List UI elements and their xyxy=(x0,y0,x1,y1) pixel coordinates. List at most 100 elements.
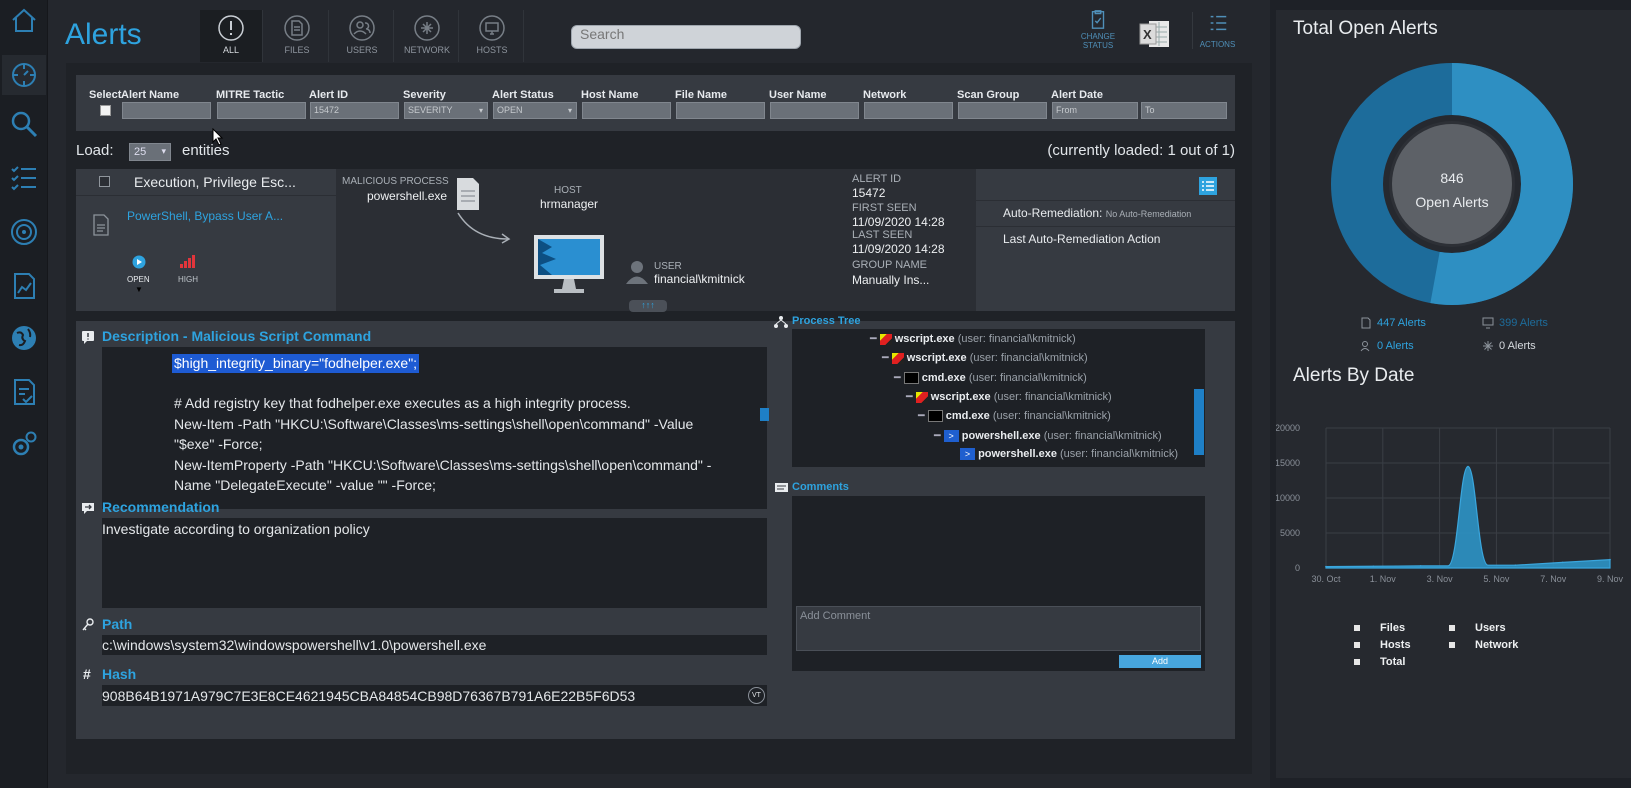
tab-users[interactable]: USERS xyxy=(331,10,394,62)
wscript-icon xyxy=(891,352,904,364)
alert-name-filter[interactable] xyxy=(122,102,211,119)
tree-node[interactable]: ━ wscript.exe (user: financial\kmitnick) xyxy=(870,332,1076,345)
add-comment-button[interactable]: Add xyxy=(1119,655,1201,668)
load-row: Load: 25 ▾ entities (currently loaded: 1 … xyxy=(76,140,1235,161)
highlighted-code-line: $high_integrity_binary="fodhelper.exe"; xyxy=(172,354,420,373)
description-scrollbar[interactable] xyxy=(760,408,769,421)
target-icon[interactable] xyxy=(8,216,40,248)
process-file-icon xyxy=(457,178,479,210)
add-comment-input[interactable]: Add Comment xyxy=(796,606,1201,651)
actions-button[interactable]: ACTIONS xyxy=(1192,12,1242,49)
alert-summary: Execution, Privilege Esc... PowerShell, … xyxy=(76,169,336,311)
recommendation-box: Investigate according to organization po… xyxy=(102,518,767,608)
mitre-tactic-filter[interactable] xyxy=(217,102,306,119)
file-alerts-count[interactable]: 447 Alerts xyxy=(1377,317,1426,329)
user-alerts-count[interactable]: 0 Alerts xyxy=(1377,340,1414,352)
tree-node[interactable]: ━ > powershell.exe (user: financial\kmit… xyxy=(934,429,1162,443)
tree-node[interactable]: ━ cmd.exe (user: financial\kmitnick) xyxy=(894,371,1087,385)
alerts-nav-icon[interactable] xyxy=(2,55,46,95)
tree-node[interactable]: ━ wscript.exe (user: financial\kmitnick) xyxy=(882,351,1088,364)
report-icon[interactable] xyxy=(8,270,40,302)
alert-id-filter[interactable]: 15472 xyxy=(310,102,399,119)
status-dropdown-icon[interactable]: ▼ xyxy=(135,285,143,294)
alert-status-select[interactable]: OPEN ▾ xyxy=(493,102,577,119)
wscript-icon xyxy=(879,333,892,345)
page-size-select[interactable]: 25 ▾ xyxy=(129,143,171,161)
code-line-3: "$exe" -Force; xyxy=(174,436,263,452)
scan-group-filter[interactable] xyxy=(958,102,1047,119)
host-name-filter[interactable] xyxy=(582,102,671,119)
document-check-icon[interactable] xyxy=(8,376,40,408)
filter-label-scan-group: Scan Group xyxy=(957,89,1020,101)
file-name-filter[interactable] xyxy=(676,102,765,119)
page-size-value: 25 xyxy=(134,146,147,158)
wscript-icon xyxy=(915,391,928,403)
alert-card[interactable]: Execution, Privilege Esc... PowerShell, … xyxy=(76,169,1235,312)
user-name-filter[interactable] xyxy=(770,102,859,119)
hash-value: 908B64B1971A979C7E3E8CE4621945CBA84854CB… xyxy=(102,688,636,704)
tab-network[interactable]: NETWORK xyxy=(396,10,459,62)
divider xyxy=(76,195,336,196)
home-icon[interactable] xyxy=(8,4,40,36)
search-nav-icon[interactable] xyxy=(8,108,40,140)
alert-tactic: Execution, Privilege Esc... xyxy=(134,174,296,190)
alerts-by-date-chart[interactable]: 0 5000 10000 15000 20000 30. Oct 1. Nov 3. Nov 5… xyxy=(1276,415,1628,615)
remediation-panel: Auto-Remediation: No Auto-Remediation La… xyxy=(976,169,1235,311)
filter-label-alert-id: Alert ID xyxy=(309,89,349,101)
file-icon xyxy=(1361,317,1371,329)
network-alerts-count[interactable]: 0 Alerts xyxy=(1499,340,1536,352)
legend-files[interactable]: Files xyxy=(1354,622,1405,634)
legend-hosts[interactable]: Hosts xyxy=(1354,639,1411,651)
process-tree-scrollbar[interactable] xyxy=(1194,389,1204,455)
network-icon xyxy=(1483,341,1493,351)
select-all-checkbox[interactable] xyxy=(100,105,111,116)
comments-title: Comments xyxy=(792,481,849,493)
expand-toggle[interactable]: ↑↑↑ xyxy=(629,300,667,312)
globe-icon[interactable] xyxy=(8,322,40,354)
tab-hosts-label: HOSTS xyxy=(476,45,508,55)
tree-node-user: (user: financial\kmitnick) xyxy=(993,391,1112,403)
list-icon xyxy=(1210,15,1226,31)
virustotal-button[interactable]: VT xyxy=(748,687,765,704)
checklist-icon[interactable] xyxy=(8,162,40,194)
path-value: c:\windows\system32\windowspowershell\v1… xyxy=(102,637,487,653)
change-status-button[interactable]: CHANGE STATUS xyxy=(1073,8,1123,50)
severity-select[interactable]: SEVERITY ▾ xyxy=(404,102,488,119)
date-from-input[interactable]: From xyxy=(1052,102,1138,119)
tree-node[interactable]: ━ wscript.exe (user: financial\kmitnick) xyxy=(906,390,1112,403)
alert-status-select-value: OPEN xyxy=(497,105,523,115)
auto-remediation-row: Auto-Remediation: No Auto-Remediation xyxy=(1003,206,1191,220)
network-filter[interactable] xyxy=(864,102,953,119)
series-total-area xyxy=(1325,465,1611,569)
tree-node-name: cmd.exe xyxy=(945,410,990,422)
filter-panel: Select Alert Name MITRE Tactic Alert ID … xyxy=(76,75,1235,131)
tree-node-name: wscript.exe xyxy=(930,391,991,403)
alert-name-link[interactable]: PowerShell, Bypass User A... xyxy=(127,209,283,223)
play-status-icon xyxy=(132,255,146,269)
host-alerts-count[interactable]: 399 Alerts xyxy=(1499,317,1548,329)
divider xyxy=(976,200,1235,201)
description-icon xyxy=(82,331,94,344)
alert-status-text: OPEN xyxy=(127,275,150,284)
settings-gear-icon[interactable] xyxy=(8,428,40,460)
tab-files[interactable]: FILES xyxy=(266,10,329,62)
data-point xyxy=(1325,565,1327,568)
tab-hosts[interactable]: HOSTS xyxy=(461,10,524,62)
legend-total[interactable]: Total xyxy=(1354,656,1405,668)
last-remediation-action-label: Last Auto-Remediation Action xyxy=(1003,232,1161,246)
excel-export-icon[interactable]: X xyxy=(1139,19,1171,49)
alert-select-checkbox[interactable] xyxy=(99,176,110,187)
tree-node[interactable]: ━ cmd.exe (user: financial\kmitnick) xyxy=(918,409,1111,423)
details-list-icon[interactable] xyxy=(1199,177,1217,195)
user-name: financial\kmitnick xyxy=(654,272,745,286)
path-icon xyxy=(82,618,94,631)
tree-node-user: (user: financial\kmitnick) xyxy=(957,333,1076,345)
legend-users[interactable]: Users xyxy=(1449,622,1506,634)
tab-all[interactable]: ALL xyxy=(200,10,263,62)
search-input[interactable]: Search xyxy=(571,25,801,49)
users-icon xyxy=(349,15,375,41)
tree-node[interactable]: > powershell.exe (user: financial\kmitni… xyxy=(960,448,1178,461)
legend-network[interactable]: Network xyxy=(1449,639,1518,651)
date-to-input[interactable]: To xyxy=(1141,102,1227,119)
alert-id-value: 15472 xyxy=(852,186,886,200)
